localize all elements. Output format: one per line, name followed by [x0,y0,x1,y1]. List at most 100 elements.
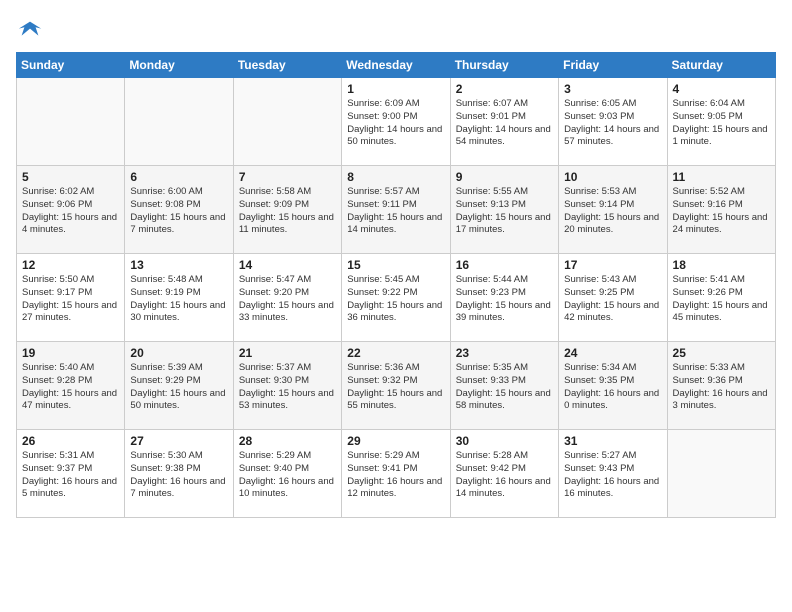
day-content: Sunrise: 5:43 AMSunset: 9:25 PMDaylight:… [564,274,661,325]
calendar-cell [125,78,233,166]
day-number: 1 [347,82,444,96]
day-content: Sunrise: 5:29 AMSunset: 9:41 PMDaylight:… [347,450,444,501]
day-content: Sunrise: 5:48 AMSunset: 9:19 PMDaylight:… [130,274,227,325]
calendar-cell: 12 Sunrise: 5:50 AMSunset: 9:17 PMDayligh… [17,254,125,342]
calendar-cell: 22 Sunrise: 5:36 AMSunset: 9:32 PMDayligh… [342,342,450,430]
day-number: 3 [564,82,661,96]
calendar-cell: 25 Sunrise: 5:33 AMSunset: 9:36 PMDayligh… [667,342,775,430]
day-number: 8 [347,170,444,184]
calendar-cell: 17 Sunrise: 5:43 AMSunset: 9:25 PMDayligh… [559,254,667,342]
day-number: 20 [130,346,227,360]
day-number: 31 [564,434,661,448]
day-number: 4 [673,82,770,96]
col-header-monday: Monday [125,53,233,78]
col-header-thursday: Thursday [450,53,558,78]
day-content: Sunrise: 5:55 AMSunset: 9:13 PMDaylight:… [456,186,553,237]
calendar-cell: 3 Sunrise: 6:05 AMSunset: 9:03 PMDaylight… [559,78,667,166]
calendar-cell: 5Sunrise: 6:02 AMSunset: 9:06 PMDaylight… [17,166,125,254]
calendar-cell: 30Sunrise: 5:28 AMSunset: 9:42 PMDayligh… [450,430,558,518]
calendar-cell: 21Sunrise: 5:37 AMSunset: 9:30 PMDayligh… [233,342,341,430]
day-number: 26 [22,434,119,448]
col-header-sunday: Sunday [17,53,125,78]
calendar-cell: 16 Sunrise: 5:44 AMSunset: 9:23 PMDayligh… [450,254,558,342]
logo [16,16,48,44]
calendar-cell: 1 Sunrise: 6:09 AMSunset: 9:00 PMDaylight… [342,78,450,166]
calendar-cell: 31 Sunrise: 5:27 AMSunset: 9:43 PMDayligh… [559,430,667,518]
calendar-cell: 26 Sunrise: 5:31 AMSunset: 9:37 PMDayligh… [17,430,125,518]
day-number: 14 [239,258,336,272]
day-content: Sunrise: 6:07 AMSunset: 9:01 PMDaylight:… [456,98,553,149]
calendar-cell: 20Sunrise: 5:39 AMSunset: 9:29 PMDayligh… [125,342,233,430]
calendar-cell: 18 Sunrise: 5:41 AMSunset: 9:26 PMDayligh… [667,254,775,342]
calendar-cell: 7 Sunrise: 5:58 AMSunset: 9:09 PMDaylight… [233,166,341,254]
col-header-tuesday: Tuesday [233,53,341,78]
calendar-week-3: 19 Sunrise: 5:40 AMSunset: 9:28 PMDayligh… [17,342,776,430]
day-content: Sunrise: 5:33 AMSunset: 9:36 PMDaylight:… [673,362,770,413]
day-number: 16 [456,258,553,272]
day-content: Sunrise: 5:27 AMSunset: 9:43 PMDaylight:… [564,450,661,501]
col-header-saturday: Saturday [667,53,775,78]
calendar-cell: 4 Sunrise: 6:04 AMSunset: 9:05 PMDaylight… [667,78,775,166]
day-number: 2 [456,82,553,96]
day-content: Sunrise: 5:31 AMSunset: 9:37 PMDaylight:… [22,450,119,501]
col-header-wednesday: Wednesday [342,53,450,78]
calendar-week-2: 12 Sunrise: 5:50 AMSunset: 9:17 PMDayligh… [17,254,776,342]
calendar-cell [667,430,775,518]
day-number: 22 [347,346,444,360]
day-number: 17 [564,258,661,272]
calendar-cell: 6Sunrise: 6:00 AMSunset: 9:08 PMDaylight… [125,166,233,254]
day-number: 27 [130,434,227,448]
day-content: Sunrise: 5:34 AMSunset: 9:35 PMDaylight:… [564,362,661,413]
day-number: 7 [239,170,336,184]
calendar-week-0: 1 Sunrise: 6:09 AMSunset: 9:00 PMDaylight… [17,78,776,166]
day-content: Sunrise: 6:02 AMSunset: 9:06 PMDaylight:… [22,186,119,237]
day-content: Sunrise: 5:45 AMSunset: 9:22 PMDaylight:… [347,274,444,325]
calendar-cell: 8Sunrise: 5:57 AMSunset: 9:11 PMDaylight… [342,166,450,254]
day-number: 19 [22,346,119,360]
calendar-cell: 19 Sunrise: 5:40 AMSunset: 9:28 PMDayligh… [17,342,125,430]
day-content: Sunrise: 5:47 AMSunset: 9:20 PMDaylight:… [239,274,336,325]
day-number: 9 [456,170,553,184]
day-number: 13 [130,258,227,272]
day-content: Sunrise: 5:30 AMSunset: 9:38 PMDaylight:… [130,450,227,501]
col-header-friday: Friday [559,53,667,78]
day-content: Sunrise: 6:04 AMSunset: 9:05 PMDaylight:… [673,98,770,149]
day-content: Sunrise: 6:09 AMSunset: 9:00 PMDaylight:… [347,98,444,149]
calendar-cell [233,78,341,166]
day-number: 18 [673,258,770,272]
page-header [16,16,776,44]
calendar-cell: 28 Sunrise: 5:29 AMSunset: 9:40 PMDayligh… [233,430,341,518]
day-number: 6 [130,170,227,184]
day-content: Sunrise: 6:05 AMSunset: 9:03 PMDaylight:… [564,98,661,149]
calendar-cell: 10Sunrise: 5:53 AMSunset: 9:14 PMDayligh… [559,166,667,254]
calendar-week-1: 5Sunrise: 6:02 AMSunset: 9:06 PMDaylight… [17,166,776,254]
day-number: 28 [239,434,336,448]
calendar-cell: 11 Sunrise: 5:52 AMSunset: 9:16 PMDayligh… [667,166,775,254]
day-content: Sunrise: 5:50 AMSunset: 9:17 PMDaylight:… [22,274,119,325]
calendar-cell: 15 Sunrise: 5:45 AMSunset: 9:22 PMDayligh… [342,254,450,342]
day-number: 15 [347,258,444,272]
day-content: Sunrise: 5:40 AMSunset: 9:28 PMDaylight:… [22,362,119,413]
day-number: 21 [239,346,336,360]
day-number: 24 [564,346,661,360]
calendar-cell: 9 Sunrise: 5:55 AMSunset: 9:13 PMDaylight… [450,166,558,254]
calendar-cell: 24 Sunrise: 5:34 AMSunset: 9:35 PMDayligh… [559,342,667,430]
day-content: Sunrise: 5:52 AMSunset: 9:16 PMDaylight:… [673,186,770,237]
day-number: 11 [673,170,770,184]
calendar-cell: 29Sunrise: 5:29 AMSunset: 9:41 PMDayligh… [342,430,450,518]
calendar-header-row: SundayMondayTuesdayWednesdayThursdayFrid… [17,53,776,78]
day-content: Sunrise: 5:58 AMSunset: 9:09 PMDaylight:… [239,186,336,237]
day-content: Sunrise: 5:41 AMSunset: 9:26 PMDaylight:… [673,274,770,325]
day-content: Sunrise: 5:35 AMSunset: 9:33 PMDaylight:… [456,362,553,413]
day-content: Sunrise: 5:44 AMSunset: 9:23 PMDaylight:… [456,274,553,325]
calendar-cell: 27 Sunrise: 5:30 AMSunset: 9:38 PMDayligh… [125,430,233,518]
calendar-week-4: 26 Sunrise: 5:31 AMSunset: 9:37 PMDayligh… [17,430,776,518]
calendar-cell: 2 Sunrise: 6:07 AMSunset: 9:01 PMDaylight… [450,78,558,166]
day-number: 30 [456,434,553,448]
day-number: 12 [22,258,119,272]
day-number: 25 [673,346,770,360]
calendar-cell: 14 Sunrise: 5:47 AMSunset: 9:20 PMDayligh… [233,254,341,342]
logo-bird-icon [16,16,44,44]
day-content: Sunrise: 5:29 AMSunset: 9:40 PMDaylight:… [239,450,336,501]
day-content: Sunrise: 5:36 AMSunset: 9:32 PMDaylight:… [347,362,444,413]
